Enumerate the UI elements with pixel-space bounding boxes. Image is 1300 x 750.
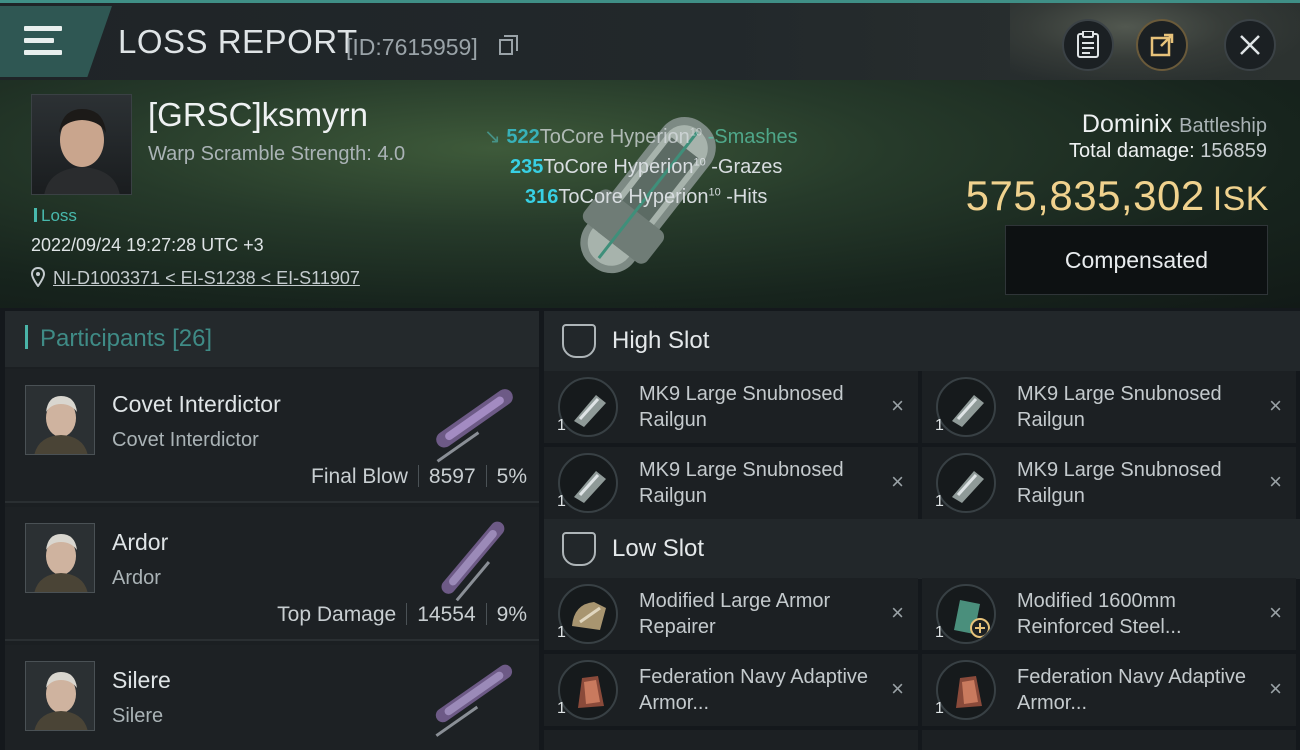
menu-icon	[24, 26, 62, 56]
item-quantity: 1	[935, 700, 944, 717]
close-icon[interactable]: ×	[891, 676, 904, 702]
module-item[interactable]: 1 MK9 Large Snubnosed Railgun ×	[544, 447, 918, 519]
participant-ship: Silere	[112, 705, 164, 727]
railgun-icon	[936, 377, 996, 437]
participant-name: Silere	[112, 667, 171, 693]
module-item[interactable]: 1 MK9 Large Snubnosed Railgun ×	[922, 447, 1296, 519]
participant-ship: Ardor	[112, 567, 161, 589]
hit-entry: ↘ 522ToCore Hyperion10 -Smashes	[484, 126, 798, 148]
item-name: MK9 Large Snubnosed Railgun	[639, 383, 844, 431]
module-item[interactable]: 1 Modified Large Armor Repairer ×	[544, 578, 918, 650]
item-quantity: 1	[557, 493, 566, 510]
close-icon[interactable]: ×	[1269, 469, 1282, 495]
close-icon[interactable]: ×	[891, 393, 904, 419]
clipboard-button[interactable]	[1062, 19, 1114, 71]
clipboard-icon	[1077, 31, 1099, 58]
item-quantity: 1	[935, 417, 944, 434]
report-id: [ID:7615959]	[346, 34, 478, 60]
participant-ship-image	[436, 389, 513, 463]
close-icon[interactable]: ×	[1269, 393, 1282, 419]
item-quantity: 1	[935, 493, 944, 510]
armor-repairer-icon	[558, 584, 618, 644]
high-slot-header: High Slot	[544, 311, 1300, 371]
participant-stats: Top Damage 14554 9%	[277, 603, 527, 626]
item-name: Modified 1600mm Reinforced Steel...	[1017, 590, 1182, 638]
adaptive-armor-icon	[558, 660, 618, 720]
share-icon	[1150, 33, 1174, 57]
trend-arrow-icon: ↘	[484, 126, 501, 148]
participant-avatar	[25, 385, 95, 455]
item-quantity: 1	[557, 624, 566, 641]
participant-ship-image	[435, 664, 513, 737]
adaptive-armor-icon	[936, 660, 996, 720]
compensated-button[interactable]: Compensated	[1005, 225, 1268, 295]
copy-icon[interactable]	[499, 35, 518, 55]
total-damage: Total damage: 156859	[1069, 140, 1267, 162]
victim-name: [GRSC]ksmyrn	[148, 96, 369, 133]
item-quantity: 1	[557, 700, 566, 717]
location-pin-icon	[31, 267, 45, 287]
module-item[interactable]: 1 Federation Navy Adaptive Armor... ×	[922, 654, 1296, 726]
ship-name: Dominix Battleship	[1081, 110, 1267, 138]
item-quantity: 1	[557, 417, 566, 434]
high-slot-title: High Slot	[612, 327, 710, 354]
item-name: MK9 Large Snubnosed Railgun	[639, 459, 844, 507]
armor-plate-icon	[936, 584, 996, 644]
low-slot-title: Low Slot	[612, 535, 705, 562]
close-icon[interactable]: ×	[1269, 676, 1282, 702]
warp-scramble-strength: Warp Scramble Strength: 4.0	[148, 143, 406, 165]
hit-entry: 235ToCore Hyperion10 -Grazes	[510, 156, 783, 178]
participant-ship: Covet Interdictor	[112, 429, 259, 451]
item-name: Federation Navy Adaptive Armor...	[639, 666, 869, 714]
module-item-partial[interactable]	[922, 730, 1296, 750]
loss-datetime: 2022/09/24 19:27:28 UTC +3	[31, 235, 264, 255]
module-item[interactable]: 1 Federation Navy Adaptive Armor... ×	[544, 654, 918, 726]
low-slot-header: Low Slot	[544, 519, 1300, 579]
close-icon	[1240, 35, 1260, 55]
item-name: MK9 Large Snubnosed Railgun	[1017, 383, 1222, 431]
item-name: MK9 Large Snubnosed Railgun	[1017, 459, 1222, 507]
share-button[interactable]	[1136, 19, 1188, 71]
participant-avatar	[25, 523, 95, 593]
loss-tag: Loss	[34, 206, 77, 226]
participants-header: Participants [26]	[5, 311, 539, 367]
module-item[interactable]: 1 MK9 Large Snubnosed Railgun ×	[544, 371, 918, 443]
participant-name: Covet Interdictor	[112, 391, 281, 417]
menu-button[interactable]	[0, 6, 112, 77]
module-item-partial[interactable]	[544, 730, 918, 750]
participant-ship-image	[441, 521, 505, 602]
participants-title: Participants [26]	[25, 325, 212, 353]
low-slot-icon	[562, 532, 596, 566]
participant-row[interactable]: Silere Silere	[5, 645, 539, 750]
hit-entry: 316ToCore Hyperion10 -Hits	[525, 186, 768, 208]
close-button[interactable]	[1224, 19, 1276, 71]
top-bar: LOSS REPORT [ID:7615959]	[0, 0, 1300, 83]
participant-row[interactable]: Covet Interdictor Covet Interdictor Fina…	[5, 369, 539, 503]
participant-stats: Final Blow 8597 5%	[311, 465, 527, 488]
victim-avatar[interactable]	[31, 94, 132, 195]
item-quantity: 1	[935, 624, 944, 641]
railgun-icon	[936, 453, 996, 513]
participant-avatar	[25, 661, 95, 731]
railgun-icon	[558, 377, 618, 437]
page-title: LOSS REPORT	[118, 23, 358, 60]
close-icon[interactable]: ×	[1269, 600, 1282, 626]
isk-value: 575,835,302 ISK	[965, 172, 1269, 219]
close-icon[interactable]: ×	[891, 600, 904, 626]
high-slot-icon	[562, 324, 596, 358]
close-icon[interactable]: ×	[891, 469, 904, 495]
participant-name: Ardor	[112, 529, 169, 555]
victim-banner: [GRSC]ksmyrn Warp Scramble Strength: 4.0…	[0, 80, 1300, 308]
location-link[interactable]: NI-D1003371 < EI-S1238 < EI-S11907	[53, 268, 360, 289]
module-item[interactable]: 1 MK9 Large Snubnosed Railgun ×	[922, 371, 1296, 443]
item-name: Federation Navy Adaptive Armor...	[1017, 666, 1247, 714]
participant-row[interactable]: Ardor Ardor Top Damage 14554 9%	[5, 507, 539, 641]
railgun-icon	[558, 453, 618, 513]
item-name: Modified Large Armor Repairer	[639, 590, 831, 638]
module-item[interactable]: 1 Modified 1600mm Reinforced Steel... ×	[922, 578, 1296, 650]
